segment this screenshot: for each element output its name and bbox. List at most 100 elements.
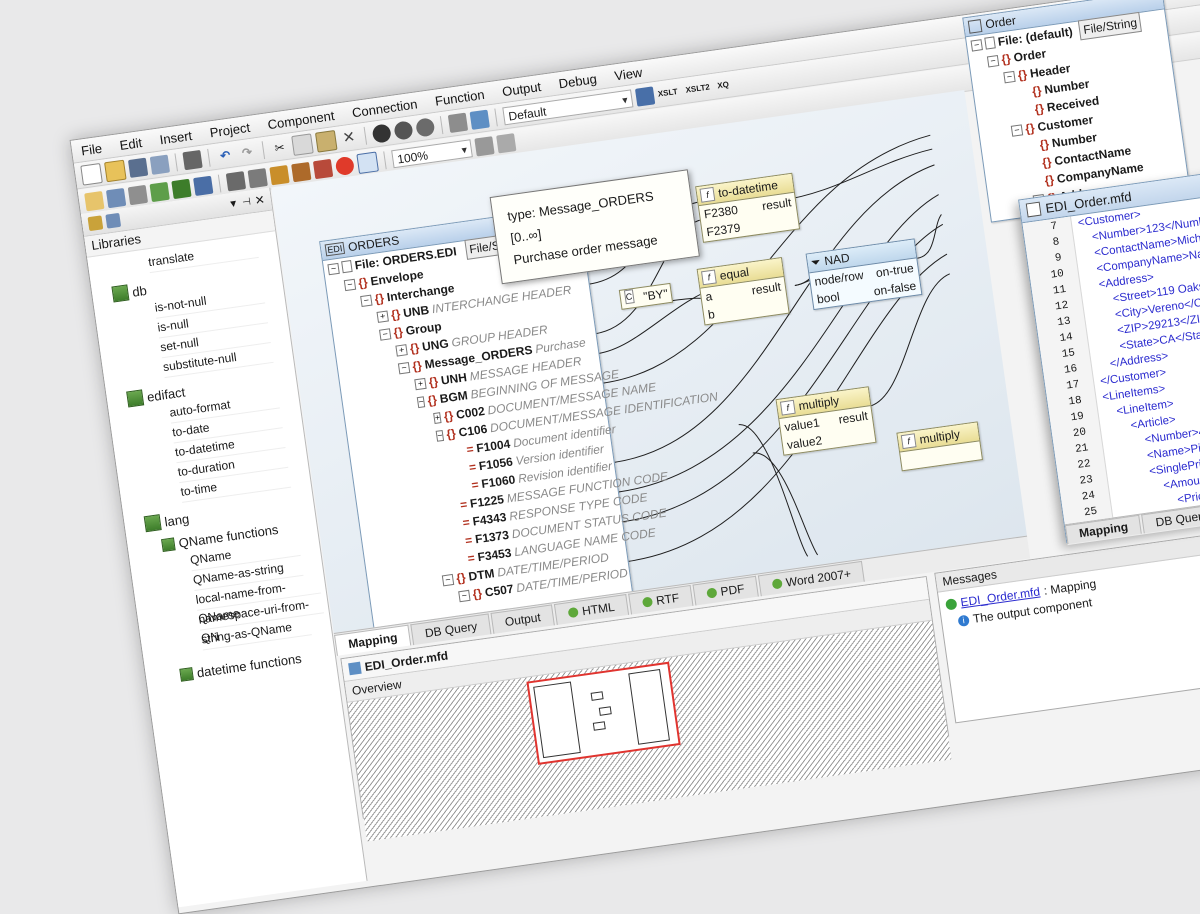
find-previous-icon[interactable] (415, 116, 436, 138)
expand-icon[interactable]: + (414, 377, 427, 390)
library-icon[interactable] (105, 212, 122, 229)
save-icon[interactable] (127, 157, 149, 178)
output-preview-window[interactable]: EDI_Order.mfd 7 8 9 10 11 12 13 14 15 16 17 18 19 20 2… (1018, 165, 1200, 546)
save-all-icon[interactable] (149, 154, 170, 175)
collapse-icon[interactable]: − (327, 262, 340, 275)
paste-icon[interactable] (314, 129, 338, 153)
collapse-icon[interactable]: − (458, 589, 471, 602)
print-icon[interactable] (182, 149, 203, 170)
function-icon: f (699, 186, 716, 203)
chevron-down-icon: ▼ (619, 94, 631, 106)
menu-edit[interactable]: Edit (110, 133, 152, 153)
overview-viewport[interactable] (526, 661, 681, 765)
mapping-file-icon (348, 661, 362, 676)
element-icon: {} (455, 570, 467, 586)
insert-component-icon[interactable] (447, 112, 469, 133)
library-subgroup-icon (161, 537, 176, 553)
generate-code-icon[interactable] (469, 109, 490, 130)
edi-icon[interactable] (105, 187, 127, 208)
zoom-in-icon[interactable] (474, 135, 495, 157)
collapse-icon[interactable]: − (970, 38, 983, 52)
xslt2-button[interactable]: XSLT2 (684, 77, 714, 99)
element-icon: {} (1041, 154, 1053, 170)
value-map-icon[interactable] (312, 158, 334, 179)
separator (383, 150, 387, 169)
input-port[interactable]: F2379 (705, 219, 742, 242)
element-icon: {} (357, 275, 369, 291)
web-service-icon[interactable] (149, 181, 170, 202)
expand-icon[interactable]: + (433, 411, 442, 424)
element-icon: {} (392, 324, 404, 340)
layout-icon[interactable] (496, 132, 517, 153)
input-port[interactable]: b (707, 305, 716, 324)
input-port[interactable]: bool (816, 287, 841, 308)
menu-output[interactable]: Output (492, 77, 551, 100)
collapse-icon[interactable]: − (343, 278, 357, 291)
expand-icon[interactable]: + (376, 309, 389, 323)
new-file-icon[interactable] (80, 162, 103, 186)
collapse-icon[interactable]: − (360, 294, 373, 307)
sort-icon[interactable] (247, 167, 268, 188)
stop-icon[interactable] (334, 155, 355, 176)
separator (439, 115, 444, 134)
function-icon[interactable] (225, 170, 247, 191)
field-icon: = (465, 441, 475, 457)
element-icon: {} (1000, 51, 1012, 67)
function-title: NAD (823, 250, 851, 269)
xbrl-icon[interactable] (193, 175, 214, 196)
undo-icon[interactable]: ↶ (215, 145, 235, 165)
redo-icon[interactable]: ↷ (237, 142, 257, 162)
zoom-value: 100% (396, 147, 429, 167)
xquery-button[interactable]: XQ (716, 74, 736, 94)
menu-file[interactable]: File (71, 139, 112, 159)
info-icon: i (957, 614, 970, 627)
field-icon: = (466, 550, 476, 566)
function-icon: f (779, 399, 796, 416)
output-preview-body: 7 8 9 10 11 12 13 14 15 16 17 18 19 20 21 22 23 24 25 <Cus… (1022, 190, 1200, 525)
collapse-icon[interactable]: − (1010, 123, 1024, 137)
menu-debug[interactable]: Debug (549, 69, 607, 92)
collapse-icon[interactable]: − (416, 395, 426, 408)
field-icon: = (468, 459, 477, 475)
menu-view[interactable]: View (605, 63, 653, 84)
find-next-icon[interactable] (393, 119, 414, 141)
align-icon[interactable] (356, 150, 379, 174)
copy-icon[interactable] (291, 132, 314, 156)
file-icon (984, 36, 996, 50)
expand-icon[interactable]: + (395, 343, 408, 357)
input-port[interactable]: value2 (786, 431, 824, 454)
target-combo-value: Default (507, 103, 548, 124)
filter-icon[interactable] (269, 164, 290, 185)
close-icon[interactable]: ✕ (254, 193, 266, 208)
order-title: Order (984, 13, 1017, 32)
element-icon: {} (373, 290, 385, 307)
library-icon[interactable] (87, 215, 104, 232)
text-file-icon[interactable] (127, 184, 149, 205)
delete-icon[interactable]: ✕ (339, 127, 359, 147)
chevron-down-icon[interactable]: ▼ (228, 198, 239, 210)
element-icon: {} (445, 426, 457, 442)
collapse-icon[interactable]: − (986, 54, 1000, 67)
tab-label: PDF (719, 581, 746, 599)
input-port[interactable]: a (704, 287, 714, 306)
library-subgroup[interactable]: datetime functions (179, 646, 336, 683)
separator (363, 126, 368, 145)
pin-icon[interactable]: ⊣ (241, 196, 251, 208)
database-icon[interactable] (84, 190, 105, 211)
collapse-icon[interactable]: − (378, 327, 392, 341)
collapse-icon[interactable]: − (435, 429, 445, 442)
collapse-icon[interactable]: − (1003, 70, 1016, 83)
collapse-icon[interactable]: − (441, 573, 455, 586)
element-icon: {} (1031, 83, 1043, 99)
open-folder-icon[interactable] (103, 159, 127, 182)
excel-icon[interactable] (171, 178, 192, 199)
validate-icon[interactable] (634, 85, 656, 107)
sql-where-icon[interactable] (291, 161, 312, 182)
xslt-button[interactable]: XSLT (657, 82, 683, 103)
equal-function[interactable]: f equal a result b (696, 257, 790, 326)
collapse-icon[interactable]: − (397, 361, 411, 374)
cut-icon[interactable]: ✂ (269, 137, 289, 157)
find-icon[interactable] (371, 122, 392, 144)
html-icon (567, 606, 579, 619)
menu-insert[interactable]: Insert (150, 126, 202, 148)
